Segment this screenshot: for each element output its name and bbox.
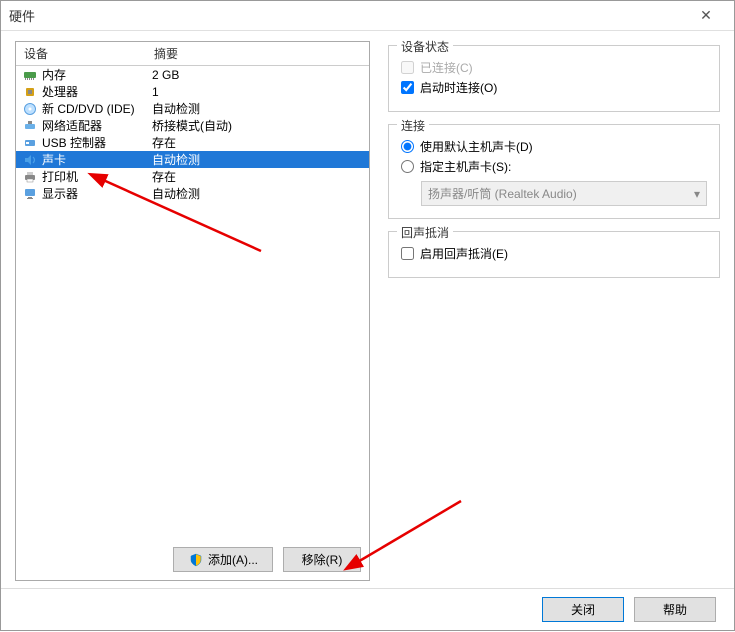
- device-name: 处理器: [42, 83, 78, 100]
- group-status-title: 设备状态: [397, 38, 453, 55]
- device-summary: 2 GB: [146, 68, 369, 82]
- checkbox-echo[interactable]: [401, 247, 414, 260]
- device-row[interactable]: 网络适配器 桥接模式(自动): [16, 117, 369, 134]
- label-connected: 已连接(C): [420, 59, 473, 76]
- group-connection-title: 连接: [397, 117, 429, 134]
- soundcard-select: 扬声器/听筒 (Realtek Audio) ▾: [421, 181, 707, 206]
- printer-icon: [22, 169, 38, 185]
- shield-icon: [188, 552, 204, 568]
- help-button[interactable]: 帮助: [634, 597, 716, 622]
- row-connect-start[interactable]: 启动时连接(O): [401, 79, 707, 96]
- device-summary: 存在: [146, 168, 369, 185]
- device-row[interactable]: 声卡 自动检测: [16, 151, 369, 168]
- device-name: 打印机: [42, 168, 78, 185]
- col-summary: 摘要: [146, 42, 369, 65]
- label-connect-start: 启动时连接(O): [420, 79, 497, 96]
- device-name: 显示器: [42, 185, 78, 202]
- settings-panel: 设备状态 已连接(C) 启动时连接(O) 连接 使用默认主机声卡(D) 指定主机…: [388, 41, 720, 578]
- group-connection: 连接 使用默认主机声卡(D) 指定主机声卡(S): 扬声器/听筒 (Realte…: [388, 124, 720, 219]
- device-panel: 设备 摘要 内存2 GB处理器1新 CD/DVD (IDE)自动检测网络适配器桥…: [15, 41, 370, 581]
- device-row[interactable]: USB 控制器 存在: [16, 134, 369, 151]
- device-summary: 存在: [146, 134, 369, 151]
- row-echo[interactable]: 启用回声抵消(E): [401, 245, 707, 262]
- close-button[interactable]: 关闭: [542, 597, 624, 622]
- window-title: 硬件: [9, 6, 686, 25]
- row-connected: 已连接(C): [401, 59, 707, 76]
- device-summary: 自动检测: [146, 151, 369, 168]
- device-row[interactable]: 新 CD/DVD (IDE) 自动检测: [16, 100, 369, 117]
- device-summary: 自动检测: [146, 185, 369, 202]
- device-name: USB 控制器: [42, 134, 106, 151]
- device-row[interactable]: 处理器 1: [16, 83, 369, 100]
- device-summary: 桥接模式(自动): [146, 117, 369, 134]
- label-echo: 启用回声抵消(E): [420, 245, 508, 262]
- titlebar: 硬件 ✕: [1, 1, 734, 31]
- radio-use-default[interactable]: [401, 140, 414, 153]
- soundcard-value: 扬声器/听筒 (Realtek Audio): [428, 185, 577, 202]
- bottom-bar: 关闭 帮助: [1, 588, 734, 630]
- device-row[interactable]: 内存 2 GB: [16, 66, 369, 83]
- device-header: 设备 摘要: [16, 42, 369, 66]
- remove-button[interactable]: 移除(R): [283, 547, 361, 572]
- label-use-default: 使用默认主机声卡(D): [420, 138, 533, 155]
- group-status: 设备状态 已连接(C) 启动时连接(O): [388, 45, 720, 112]
- remove-label: 移除(R): [302, 551, 343, 568]
- close-icon[interactable]: ✕: [686, 7, 726, 24]
- group-echo: 回声抵消 启用回声抵消(E): [388, 231, 720, 278]
- col-device: 设备: [16, 42, 146, 65]
- chevron-down-icon: ▾: [694, 187, 700, 201]
- add-label: 添加(A)...: [208, 551, 258, 568]
- device-name: 网络适配器: [42, 117, 102, 134]
- checkbox-connected: [401, 61, 414, 74]
- sound-icon: [22, 152, 38, 168]
- content-area: 设备 摘要 内存2 GB处理器1新 CD/DVD (IDE)自动检测网络适配器桥…: [1, 31, 734, 588]
- display-icon: [22, 186, 38, 202]
- row-use-default[interactable]: 使用默认主机声卡(D): [401, 138, 707, 155]
- device-row[interactable]: 打印机 存在: [16, 168, 369, 185]
- device-summary: 自动检测: [146, 100, 369, 117]
- row-specify[interactable]: 指定主机声卡(S):: [401, 158, 707, 175]
- group-echo-title: 回声抵消: [397, 224, 453, 241]
- label-specify: 指定主机声卡(S):: [420, 158, 511, 175]
- panel-buttons: 添加(A)... 移除(R): [173, 547, 361, 572]
- usb-icon: [22, 135, 38, 151]
- disc-icon: [22, 101, 38, 117]
- cpu-icon: [22, 84, 38, 100]
- device-list: 内存2 GB处理器1新 CD/DVD (IDE)自动检测网络适配器桥接模式(自动…: [16, 66, 369, 202]
- device-name: 内存: [42, 66, 66, 83]
- network-icon: [22, 118, 38, 134]
- device-name: 声卡: [42, 151, 66, 168]
- radio-specify[interactable]: [401, 160, 414, 173]
- checkbox-connect-start[interactable]: [401, 81, 414, 94]
- device-summary: 1: [146, 85, 369, 99]
- memory-icon: [22, 67, 38, 83]
- device-row[interactable]: 显示器 自动检测: [16, 185, 369, 202]
- add-button[interactable]: 添加(A)...: [173, 547, 273, 572]
- device-name: 新 CD/DVD (IDE): [42, 100, 135, 117]
